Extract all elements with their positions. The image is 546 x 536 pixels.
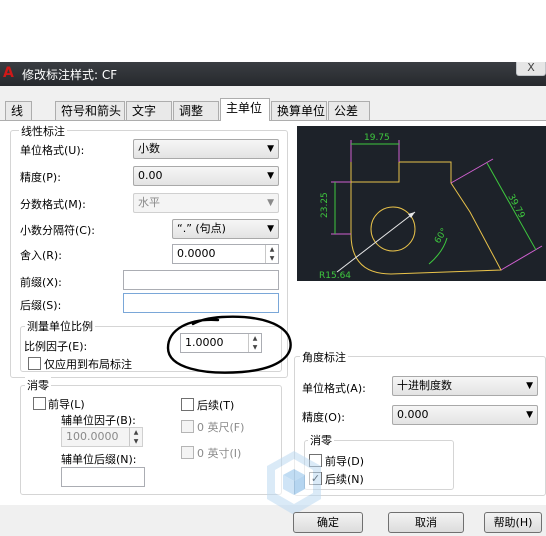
suffix-label: 后缀(S):	[20, 299, 62, 312]
ext-line	[450, 158, 494, 184]
angular-precision-label: 精度(O):	[302, 411, 345, 424]
fraction-format-select[interactable]: 水平 ▼	[133, 193, 279, 213]
zero-inches-checkbox[interactable]	[181, 446, 194, 459]
chevron-down-icon: ▼	[267, 144, 274, 154]
tab-symbols-arrows[interactable]: 符号和箭头	[55, 101, 125, 120]
angular-precision-select[interactable]: 0.000 ▼	[392, 405, 538, 425]
unit-format-value: 小数	[138, 142, 160, 155]
angular-unit-format-value: 十进制度数	[397, 379, 452, 392]
angular-unit-format-select[interactable]: 十进制度数 ▼	[392, 376, 538, 396]
trailing-zero-label: 后续(T)	[197, 399, 235, 412]
apply-layout-only-label: 仅应用到布局标注	[44, 358, 132, 371]
dim-text-right: 39.79	[505, 193, 526, 221]
tab-fit[interactable]: 调整	[173, 101, 219, 120]
zero-feet-checkbox[interactable]	[181, 420, 194, 433]
leader-line	[336, 211, 416, 273]
tab-tolerances[interactable]: 公差	[328, 101, 370, 120]
angular-zero-suppression-label: 消零	[308, 432, 334, 448]
precision-label: 精度(P):	[20, 171, 61, 184]
tab-text[interactable]: 文字	[126, 101, 172, 120]
chevron-down-icon: ▼	[526, 410, 533, 420]
unit-format-label: 单位格式(U):	[20, 144, 85, 157]
round-off-label: 舍入(R):	[20, 249, 62, 262]
angular-dimensions-label: 角度标注	[300, 349, 348, 365]
dim-text-angle: 60°	[433, 227, 450, 246]
sub-unit-factor-spinner[interactable]: ▲ ▼	[129, 428, 142, 446]
decimal-separator-label: 小数分隔符(C):	[20, 224, 95, 237]
watermark-cube-icon	[267, 451, 321, 515]
fraction-format-label: 分数格式(M):	[20, 198, 86, 211]
precision-value: 0.00	[138, 169, 163, 182]
sub-unit-suffix-label: 辅单位后缀(N):	[61, 453, 137, 466]
angular-unit-format-label: 单位格式(A):	[302, 382, 366, 395]
unit-format-select[interactable]: 小数 ▼	[133, 139, 279, 159]
round-off-spinner[interactable]: ▲ ▼	[265, 245, 278, 263]
apply-layout-only-checkbox[interactable]	[28, 357, 41, 370]
decimal-separator-value: “.” (句点)	[177, 222, 226, 235]
sub-unit-suffix-input[interactable]	[61, 467, 145, 487]
prefix-label: 前缀(X):	[20, 276, 62, 289]
chevron-down-icon: ▼	[267, 198, 274, 208]
linear-dimensions-label: 线性标注	[19, 123, 67, 139]
preview-drawing: 19.75 23.25 39.79 60° R15.64	[319, 133, 543, 281]
ok-button[interactable]: 确定	[293, 512, 363, 533]
dim-text-radius: R15.64	[319, 271, 351, 281]
angular-trailing-label: 后续(N)	[325, 473, 364, 486]
tab-lines[interactable]: 线	[5, 101, 32, 120]
angular-precision-value: 0.000	[397, 408, 429, 421]
round-off-value: 0.0000	[177, 247, 216, 260]
close-button[interactable]: X	[516, 62, 546, 76]
leading-zero-checkbox[interactable]	[33, 397, 46, 410]
cancel-button[interactable]: 取消	[388, 512, 464, 533]
decimal-separator-select[interactable]: “.” (句点) ▼	[172, 219, 279, 239]
annotation-ellipse	[166, 315, 292, 374]
sub-unit-factor-input[interactable]: 100.0000 ▲ ▼	[61, 427, 143, 447]
chevron-down-icon: ▼	[267, 171, 274, 181]
autocad-logo-icon: A	[3, 65, 14, 81]
round-off-input[interactable]: 0.0000 ▲ ▼	[172, 244, 279, 264]
annotation-stroke	[166, 315, 292, 374]
window-title: 修改标注样式: CF	[22, 68, 118, 82]
dim-text-left: 23.25	[320, 192, 330, 218]
dimension-preview: 19.75 23.25 39.79 60° R15.64	[297, 126, 546, 281]
sub-unit-factor-value: 100.0000	[66, 430, 119, 443]
tab-alternate-units[interactable]: 换算单位	[271, 101, 327, 120]
fraction-format-value: 水平	[138, 196, 160, 209]
measurement-scale-label: 测量单位比例	[25, 318, 95, 334]
dim-text-top: 19.75	[364, 133, 390, 143]
zero-inches-label: 0 英寸(I)	[197, 447, 242, 460]
leading-zero-label: 前导(L)	[48, 398, 85, 411]
tab-primary-units[interactable]: 主单位	[220, 98, 270, 121]
scale-factor-label: 比例因子(E):	[24, 340, 88, 353]
zero-suppression-label: 消零	[25, 377, 51, 393]
zero-feet-label: 0 英尺(F)	[197, 421, 245, 434]
prefix-input[interactable]	[123, 270, 279, 290]
help-button[interactable]: 帮助(H)	[484, 512, 542, 533]
chevron-down-icon: ▼	[526, 381, 533, 391]
angular-leading-label: 前导(D)	[325, 455, 365, 468]
suffix-input[interactable]	[123, 293, 279, 313]
trailing-zero-checkbox[interactable]	[181, 398, 194, 411]
sub-unit-factor-label: 辅单位因子(B):	[61, 414, 136, 427]
chevron-down-icon: ▼	[267, 224, 274, 234]
precision-select[interactable]: 0.00 ▼	[133, 166, 279, 186]
